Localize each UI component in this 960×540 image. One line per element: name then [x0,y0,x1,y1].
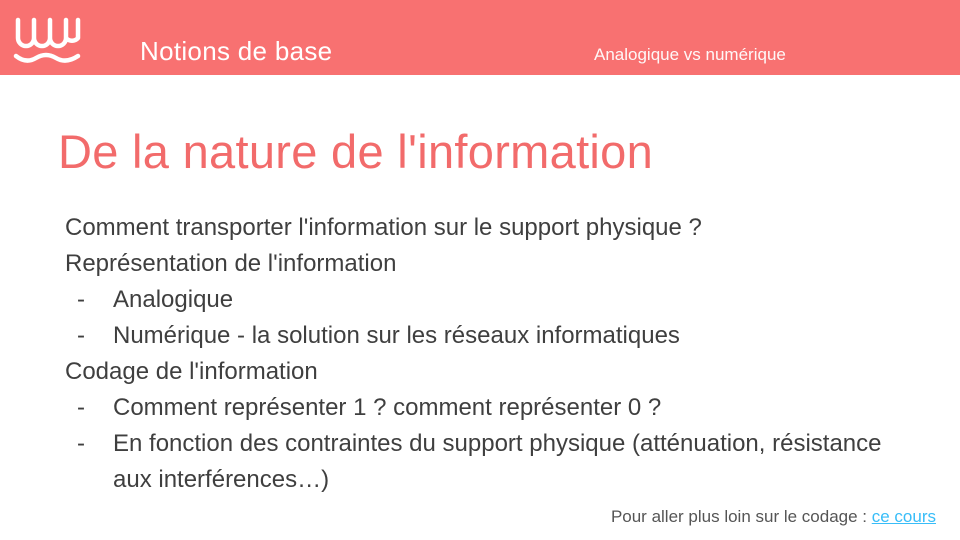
bullet-dash: - [77,286,85,313]
header-bar: Notions de base Analogique vs numérique [0,0,960,75]
slide-title: De la nature de l'information [58,125,654,178]
list-item-text: Numérique - la solution sur les réseaux … [113,322,680,349]
footer-text: Pour aller plus loin sur le codage : [610,507,872,526]
slide-content: Comment transporter l'information sur le… [65,210,925,498]
wave-logo-icon [13,17,81,63]
bullet-dash: - [77,322,85,349]
list-item: - En fonction des contraintes du support… [65,426,925,498]
list-item-text: Comment représenter 1 ? comment représen… [113,394,662,421]
list-item-text: En fonction des contraintes du support p… [113,430,882,493]
list-item: - Numérique - la solution sur les réseau… [65,318,925,354]
footer-note: Pour aller plus loin sur le codage : ce … [611,507,936,527]
content-line: Codage de l'information [65,358,318,385]
section-title: Notions de base [140,36,333,66]
content-line: Comment transporter l'information sur le… [65,214,702,241]
list-item: - Analogique [65,282,925,318]
content-line: Représentation de l'information [65,250,397,277]
course-link[interactable]: ce cours [872,507,936,526]
section-subtitle: Analogique vs numérique [594,45,786,64]
bullet-dash: - [77,394,85,421]
bullet-dash: - [77,430,85,457]
list-item: - Comment représenter 1 ? comment représ… [65,390,925,426]
list-item-text: Analogique [113,286,234,313]
